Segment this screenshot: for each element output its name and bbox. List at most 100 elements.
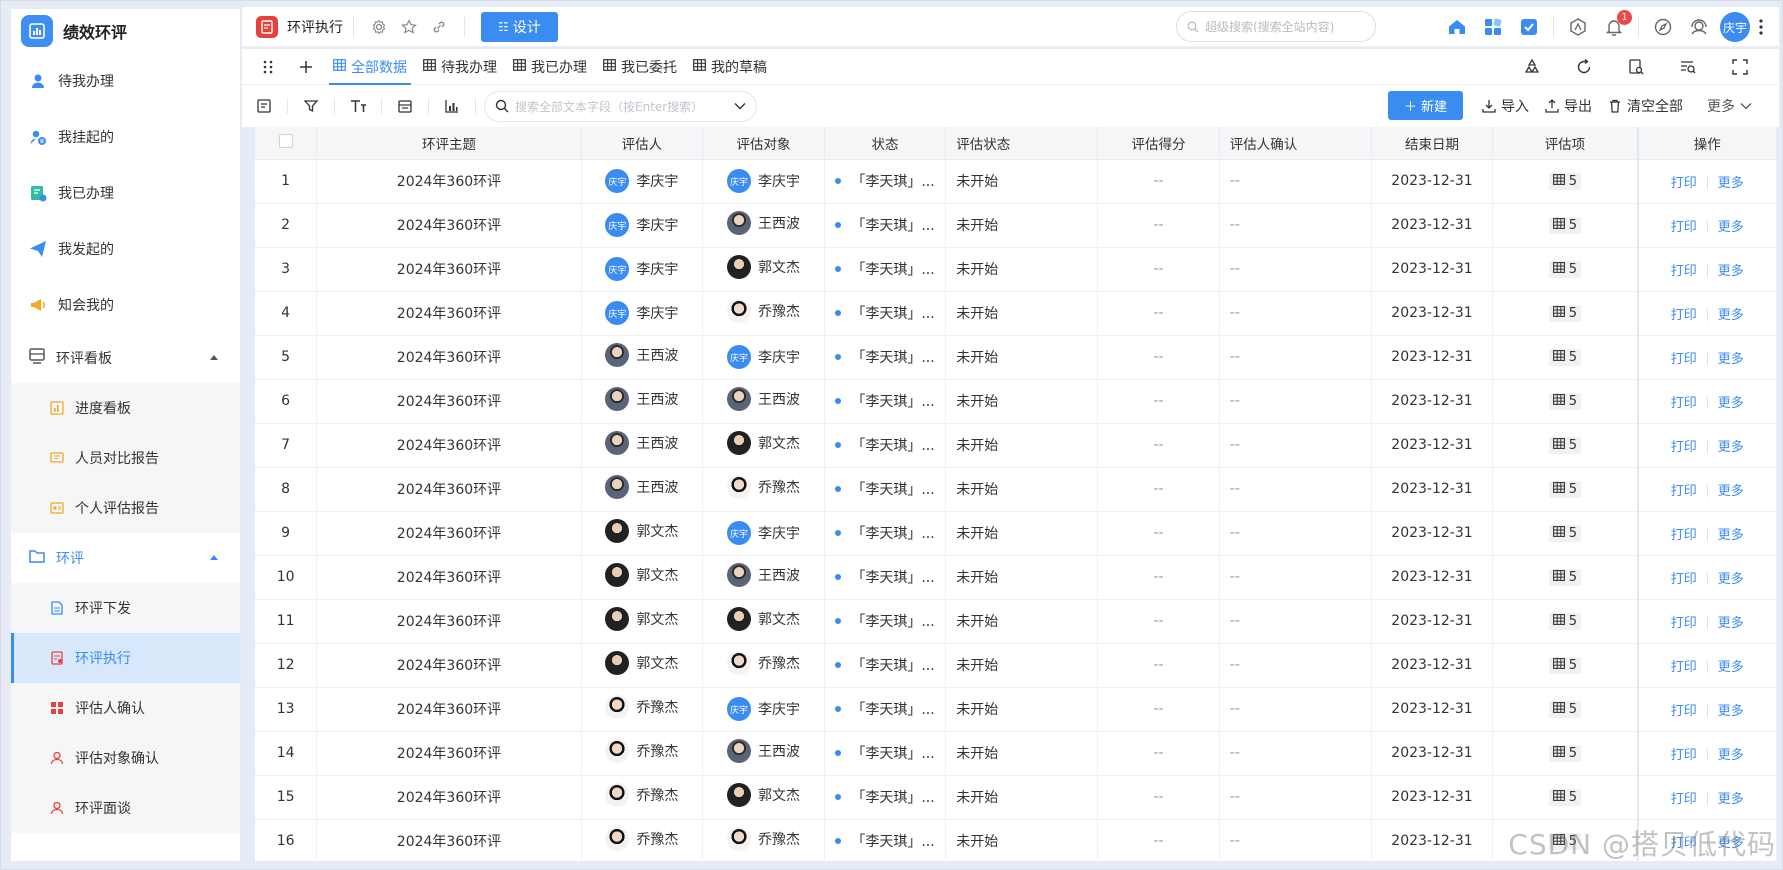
more-dropdown[interactable]: 更多 (1707, 96, 1752, 116)
sidebar-subitem-board-2[interactable]: 个人评估报告 (11, 483, 240, 533)
print-link[interactable]: 打印 (1671, 308, 1697, 323)
sidebar-subitem-review-2[interactable]: 评估人确认 (11, 683, 240, 733)
print-link[interactable]: 打印 (1671, 660, 1697, 675)
topic-cell[interactable]: 2024年360环评 (316, 335, 582, 380)
subtable-count-tag[interactable]: 5 (1548, 832, 1582, 850)
sidebar-subitem-board-0[interactable]: 进度看板 (11, 383, 240, 433)
more-link[interactable]: 更多 (1718, 176, 1744, 191)
print-link[interactable]: 打印 (1671, 748, 1697, 763)
sidebar-subitem-board-1[interactable]: 人员对比报告 (11, 433, 240, 483)
home-icon[interactable] (1439, 7, 1475, 47)
print-link[interactable]: 打印 (1671, 396, 1697, 411)
col-operations-header[interactable]: 操作 (1636, 127, 1777, 160)
report-search-icon[interactable] (1624, 55, 1648, 79)
print-link[interactable]: 打印 (1671, 572, 1697, 587)
print-link[interactable]: 打印 (1671, 792, 1697, 807)
hexagon-icon[interactable] (1560, 7, 1596, 47)
text-size-icon[interactable] (346, 94, 370, 118)
compass-icon[interactable] (1645, 7, 1681, 47)
col-status-header[interactable]: 状态 (824, 127, 947, 160)
add-view-icon[interactable] (294, 55, 318, 79)
print-link[interactable]: 打印 (1671, 484, 1697, 499)
sidebar-subitem-review-1[interactable]: 环评执行 (11, 633, 240, 683)
print-link[interactable]: 打印 (1671, 616, 1697, 631)
topic-cell[interactable]: 2024年360环评 (316, 555, 582, 600)
tab-0[interactable]: 全部数据 (325, 49, 415, 85)
export-button[interactable]: 导出 (1545, 96, 1592, 116)
sidebar-subitem-review-3[interactable]: 评估对象确认 (11, 733, 240, 783)
calendar-icon[interactable] (393, 94, 417, 118)
col-end-date-header[interactable]: 结束日期 (1371, 127, 1494, 160)
topic-cell[interactable]: 2024年360环评 (316, 203, 582, 248)
table-row[interactable]: 4 2024年360环评 庆宇 李庆宇 乔豫杰 「李天琪」... 未开始 -- -- 2023-1… (255, 291, 1777, 336)
topic-cell[interactable]: 2024年360环评 (316, 291, 582, 336)
table-row[interactable]: 8 2024年360环评 王西波 乔豫杰 「李天琪」... 未开始 -- -- 2023-12-… (255, 467, 1777, 512)
topic-cell[interactable]: 2024年360环评 (316, 247, 582, 292)
subtable-count-tag[interactable]: 5 (1548, 700, 1582, 718)
sidebar-item-1[interactable]: 我挂起的 (11, 109, 240, 165)
topic-cell[interactable]: 2024年360环评 (316, 379, 582, 424)
print-link[interactable]: 打印 (1671, 836, 1697, 851)
topic-cell[interactable]: 2024年360环评 (316, 731, 582, 776)
bell-icon[interactable]: 1 (1596, 7, 1632, 47)
more-link[interactable]: 更多 (1718, 616, 1744, 631)
subtable-count-tag[interactable]: 5 (1548, 568, 1582, 586)
col-items-header[interactable]: 评估项 (1492, 127, 1639, 160)
brand[interactable]: 绩效环评 (11, 9, 240, 53)
more-link[interactable]: 更多 (1718, 264, 1744, 279)
table-search-input[interactable]: 搜索全部文本字段（按Enter搜索） (484, 90, 757, 122)
chevron-down-icon[interactable] (734, 102, 746, 110)
form-view-icon[interactable] (252, 94, 276, 118)
tab-2[interactable]: 我已办理 (505, 49, 595, 85)
more-link[interactable]: 更多 (1718, 836, 1744, 851)
more-link[interactable]: 更多 (1718, 440, 1744, 455)
support-icon[interactable] (1681, 7, 1717, 47)
subtable-count-tag[interactable]: 5 (1548, 480, 1582, 498)
table-row[interactable]: 10 2024年360环评 郭文杰 王西波 「李天琪」... 未开始 -- -- 2023-12… (255, 555, 1777, 600)
col-score-header[interactable]: 评估得分 (1097, 127, 1220, 160)
table-row[interactable]: 12 2024年360环评 郭文杰 乔豫杰 「李天琪」... 未开始 -- -- 2023-12… (255, 643, 1777, 688)
table-row[interactable]: 9 2024年360环评 郭文杰 庆宇 李庆宇 「李天琪」... 未开始 -- -- 2023-1… (255, 511, 1777, 556)
col-confirm-header[interactable]: 评估人确认 (1219, 127, 1372, 160)
clear-all-button[interactable]: 清空全部 (1608, 96, 1683, 116)
subtable-count-tag[interactable]: 5 (1548, 392, 1582, 410)
fullscreen-icon[interactable] (1728, 55, 1752, 79)
select-all-checkbox[interactable] (255, 127, 318, 160)
user-avatar[interactable]: 庆宇 (1717, 7, 1753, 47)
table-row[interactable]: 1 2024年360环评 庆宇 李庆宇 庆宇 李庆宇 「李天琪」... 未开始 -- -- 2023… (255, 159, 1777, 204)
sidebar-item-0[interactable]: 待我办理 (11, 53, 240, 109)
sidebar-item-3[interactable]: 我发起的 (11, 221, 240, 277)
tab-3[interactable]: 我已委托 (595, 49, 685, 85)
topic-cell[interactable]: 2024年360环评 (316, 775, 582, 820)
import-button[interactable]: 导入 (1482, 96, 1529, 116)
print-link[interactable]: 打印 (1671, 440, 1697, 455)
table-row[interactable]: 13 2024年360环评 乔豫杰 庆宇 李庆宇 「李天琪」... 未开始 -- -- 2023-… (255, 687, 1777, 732)
topic-cell[interactable]: 2024年360环评 (316, 819, 582, 861)
more-link[interactable]: 更多 (1718, 352, 1744, 367)
table-row[interactable]: 14 2024年360环评 乔豫杰 王西波 「李天琪」... 未开始 -- -- 2023-12… (255, 731, 1777, 776)
more-link[interactable]: 更多 (1718, 704, 1744, 719)
more-link[interactable]: 更多 (1718, 220, 1744, 235)
table-row[interactable]: 2 2024年360环评 庆宇 李庆宇 王西波 「李天琪」... 未开始 -- -- 2023-1… (255, 203, 1777, 248)
design-button[interactable]: ☷ 设计 (481, 11, 558, 42)
kebab-menu-icon[interactable] (1753, 7, 1769, 47)
global-search-input[interactable]: 超级搜索(搜索全站内容) (1176, 11, 1376, 42)
subtable-count-tag[interactable]: 5 (1548, 436, 1582, 454)
topic-cell[interactable]: 2024年360环评 (316, 159, 582, 204)
subtable-count-tag[interactable]: 5 (1548, 304, 1582, 322)
col-assessor-header[interactable]: 评估人 (581, 127, 704, 160)
more-link[interactable]: 更多 (1718, 660, 1744, 675)
sidebar-group-board[interactable]: 环评看板 (11, 333, 240, 383)
gear-icon[interactable] (368, 16, 390, 38)
subtable-count-tag[interactable]: 5 (1548, 348, 1582, 366)
recycle-icon[interactable] (1520, 55, 1544, 79)
topic-cell[interactable]: 2024年360环评 (316, 423, 582, 468)
more-link[interactable]: 更多 (1718, 572, 1744, 587)
drag-grid-icon[interactable] (256, 55, 280, 79)
subtable-count-tag[interactable]: 5 (1548, 524, 1582, 542)
print-link[interactable]: 打印 (1671, 352, 1697, 367)
table-row[interactable]: 16 2024年360环评 乔豫杰 乔豫杰 「李天琪」... 未开始 -- -- 2023-12… (255, 819, 1777, 861)
more-link[interactable]: 更多 (1718, 792, 1744, 807)
table-row[interactable]: 15 2024年360环评 乔豫杰 郭文杰 「李天琪」... 未开始 -- -- 2023-12… (255, 775, 1777, 820)
topic-cell[interactable]: 2024年360环评 (316, 643, 582, 688)
